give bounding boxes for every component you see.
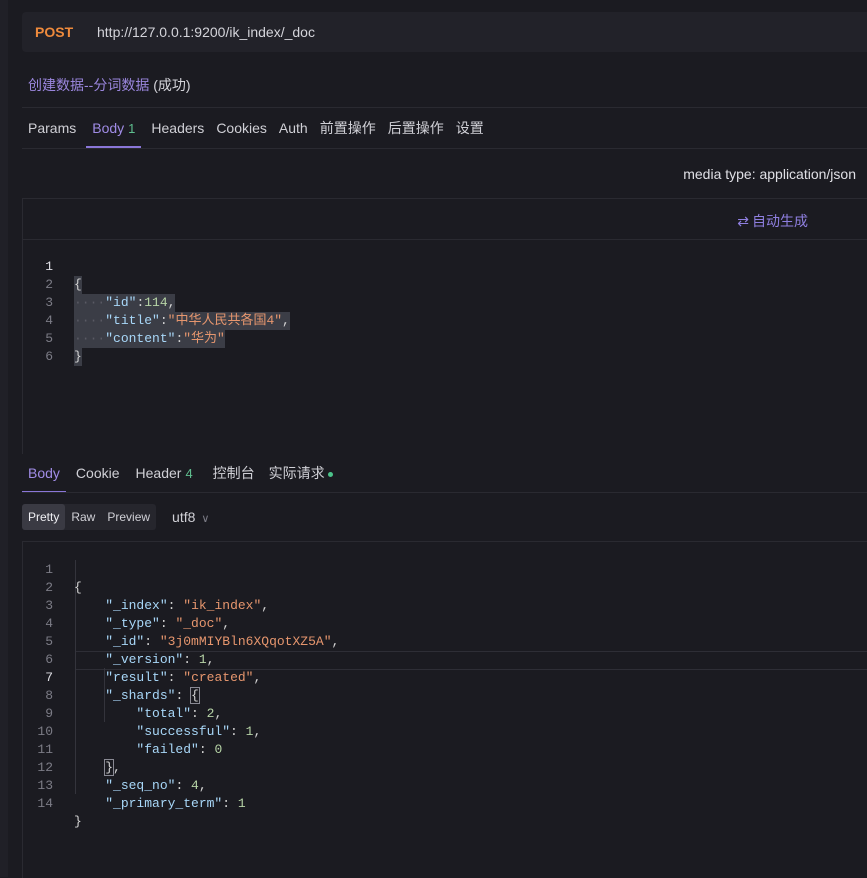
code-line: 6 (45, 349, 53, 364)
format-raw-button[interactable]: Raw (65, 504, 101, 530)
request-title: 创建数据--分词数据 (成功) (28, 75, 191, 95)
code-line: 1 { (45, 562, 82, 595)
response-code: 1 { 2 "_index": "ik_index", 3 "_type": "… (23, 543, 867, 829)
code-line: 11 }, (37, 742, 121, 776)
code-line: 2 "_index": "ik_index", (45, 580, 270, 613)
code-line: 4 ····"content":"华为" (45, 313, 225, 348)
response-body-viewer[interactable]: 1 { 2 "_index": "ik_index", 3 "_type": "… (22, 541, 867, 878)
request-code[interactable]: 1 { 2 ····"id":114, 3 ····"title":"中华人民共… (23, 240, 867, 366)
resp-tab-header[interactable]: Header 4 (130, 453, 199, 493)
code-line: 3 "_type": "_doc", (45, 598, 231, 631)
auto-generate-button[interactable]: ⇄ 自动生成 (737, 211, 808, 231)
code-line: 3 ····"title":"中华人民共各国4", (45, 295, 290, 330)
url-input[interactable]: http://127.0.0.1:9200/ik_index/_doc (97, 24, 315, 40)
code-line: 2 ····"id":114, (45, 277, 176, 312)
code-line: 9 "successful": 1, (45, 706, 262, 739)
editor-toolbar: ⇄ 自动生成 (23, 199, 867, 240)
code-line: 5 "_version": 1, (45, 634, 215, 667)
tab-body[interactable]: Body 1 (86, 108, 142, 148)
charset-select[interactable]: utf8 ∨ (172, 509, 209, 525)
code-line: 1 { (45, 259, 82, 294)
resp-tab-cookie[interactable]: Cookie (70, 453, 126, 493)
code-line: 6 "result": "created", (45, 652, 262, 685)
tab-settings[interactable]: 设置 (450, 108, 490, 148)
tab-cookies[interactable]: Cookies (210, 108, 273, 148)
code-line: 7 "_shards": { (45, 670, 200, 704)
tab-params[interactable]: Params (22, 108, 82, 148)
divider (22, 492, 867, 493)
code-line: 5 } (45, 331, 82, 366)
primary-term-value: 1 (237, 796, 246, 811)
divider (22, 148, 867, 149)
tab-pre-processors[interactable]: 前置操作 (314, 108, 382, 148)
tab-post-processors[interactable]: 后置操作 (382, 108, 450, 148)
code-line: 13 "_primary_term": 1 (37, 778, 246, 811)
tab-headers[interactable]: Headers (145, 108, 210, 148)
url-bar[interactable]: POST http://127.0.0.1:9200/ik_index/_doc (22, 12, 867, 52)
status-dot-icon (327, 471, 333, 477)
format-switcher: Pretty Raw Preview (22, 504, 157, 530)
http-method[interactable]: POST (35, 24, 73, 40)
code-line: 14 } (37, 796, 82, 829)
media-type-label[interactable]: media type: application/json (683, 166, 856, 182)
header-count-badge: 4 (185, 466, 193, 481)
code-line: 8 "total": 2, (45, 688, 223, 721)
request-tabs: Params Body 1 Headers Cookies Auth 前置操作 后… (22, 108, 490, 148)
left-sidebar-strip (0, 0, 8, 877)
request-body-editor[interactable]: ⇄ 自动生成 1 { 2 ····"id":114, 3 ····"title":… (22, 198, 867, 454)
body-count-badge: 1 (128, 121, 136, 136)
request-name[interactable]: 创建数据--分词数据 (28, 77, 149, 93)
code-line: 10 "failed": 0 (37, 724, 223, 757)
chevron-down-icon: ∨ (201, 513, 210, 525)
request-status: (成功) (153, 77, 191, 93)
code-line: 4 "_id": "3j0mMIYBln6XQqotXZ5A", (45, 616, 340, 649)
resp-tab-body[interactable]: Body (22, 453, 66, 493)
format-preview-button[interactable]: Preview (101, 504, 156, 530)
response-toolbar: Pretty Raw Preview utf8 ∨ (22, 504, 209, 530)
format-pretty-button[interactable]: Pretty (22, 504, 66, 530)
resp-tab-actual-request[interactable]: 实际请求 (263, 453, 339, 493)
tab-auth[interactable]: Auth (273, 108, 314, 148)
refresh-icon: ⇄ (737, 213, 749, 229)
response-tabs: Body Cookie Header 4 控制台 实际请求 (22, 453, 339, 493)
resp-tab-console[interactable]: 控制台 (207, 453, 261, 493)
code-line: 12 "_seq_no": 4, (37, 760, 207, 793)
